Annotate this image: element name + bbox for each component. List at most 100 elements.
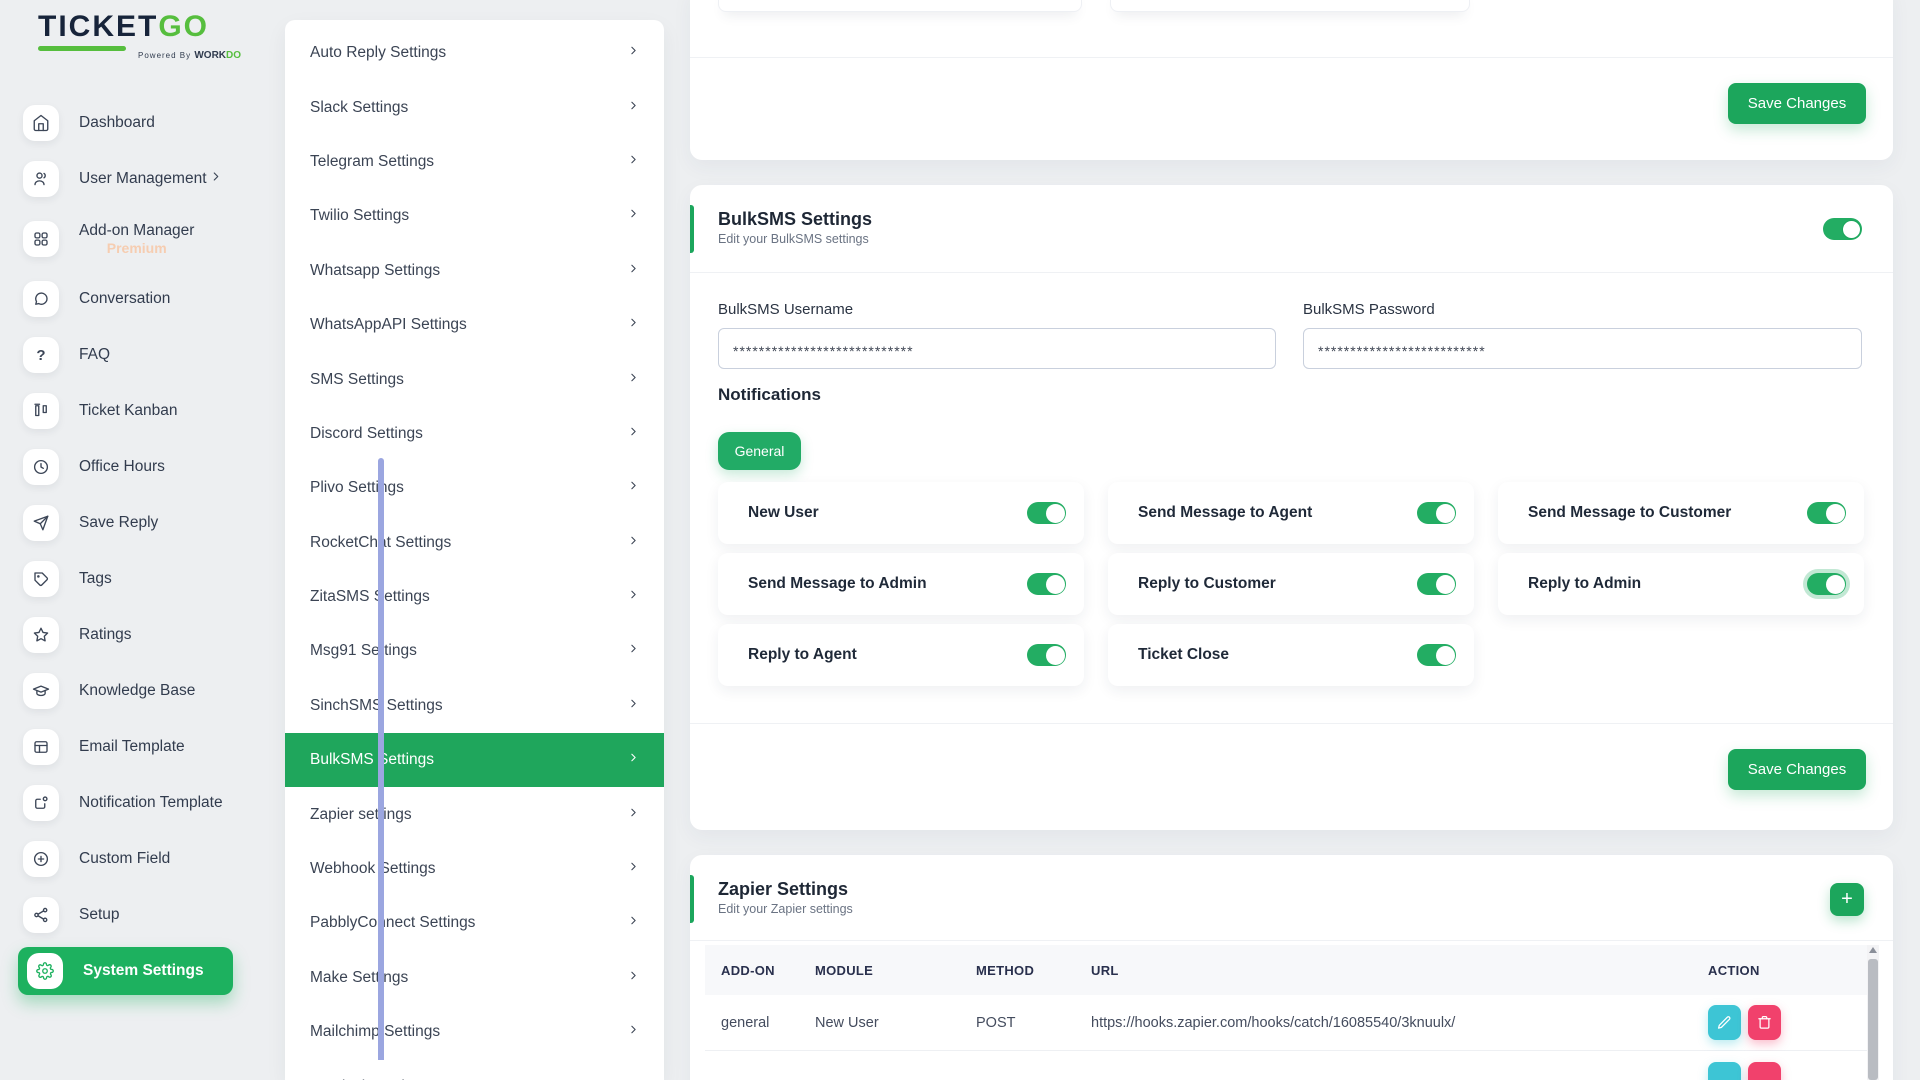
sidebar-item-user-management[interactable]: User Management <box>0 151 285 207</box>
tag-icon <box>23 561 59 597</box>
sidebar-item-label: FAQ <box>79 345 110 364</box>
chevron-right-icon <box>627 207 640 225</box>
sidebar-item-label: Conversation <box>79 289 170 308</box>
sidebar-item-tags[interactable]: Tags <box>0 551 285 607</box>
edit-button[interactable] <box>1708 1062 1741 1080</box>
menu-item-auto-reply[interactable]: Auto Reply Settings <box>285 26 664 80</box>
notifications-heading: Notifications <box>718 385 821 405</box>
col-action: ACTION <box>1708 963 1868 978</box>
menu-item-msg91[interactable]: Msg91 Settings <box>285 624 664 678</box>
sidebar-item-label: Tags <box>79 569 112 588</box>
menu-item-rocketchat[interactable]: RocketChat Settings <box>285 516 664 570</box>
save-changes-button-bulksms[interactable]: Save Changes <box>1728 749 1866 790</box>
zapier-table-row-partial <box>705 1051 1868 1080</box>
sidebar-item-office-hours[interactable]: Office Hours <box>0 439 285 495</box>
zapier-table: ADD-ON MODULE METHOD URL ACTION general … <box>705 945 1868 1080</box>
chevron-right-icon <box>627 425 640 443</box>
sidebar-item-dashboard[interactable]: Dashboard <box>0 95 285 151</box>
zapier-title: Zapier Settings <box>718 879 848 900</box>
sidebar-item-system-settings[interactable]: System Settings <box>0 943 285 999</box>
reply-to-agent-toggle[interactable] <box>1027 644 1066 666</box>
send-message-to-customer-toggle[interactable] <box>1807 502 1846 524</box>
plus-icon: + <box>1841 888 1853 911</box>
bulksms-title: BulkSMS Settings <box>718 209 872 230</box>
menu-item-zendesk[interactable]: Zendesk Settings <box>285 1059 664 1080</box>
sidebar-item-conversation[interactable]: Conversation <box>0 271 285 327</box>
toggle-card-reply-to-customer: Reply to Customer <box>1108 553 1474 615</box>
menu-item-zitasms[interactable]: ZitaSMS Settings <box>285 570 664 624</box>
col-method: METHOD <box>976 963 1091 978</box>
menu-item-mailchimp[interactable]: Mailchimp Settings <box>285 1005 664 1059</box>
menu-item-slack[interactable]: Slack Settings <box>285 80 664 134</box>
sidebar-item-email-template[interactable]: Email Template <box>0 719 285 775</box>
reply-to-admin-toggle[interactable] <box>1807 573 1846 595</box>
delete-button[interactable] <box>1748 1005 1781 1040</box>
zapier-settings-card: Zapier Settings Edit your Zapier setting… <box>690 855 1893 1080</box>
menu-item-sinchsms[interactable]: SinchSMS Settings <box>285 679 664 733</box>
menu-item-zapier[interactable]: Zapier settings <box>285 787 664 841</box>
menu-item-pabblyconnect[interactable]: PabblyConnect Settings <box>285 896 664 950</box>
new-user-toggle[interactable] <box>1027 502 1066 524</box>
logo-go: GO <box>158 10 209 43</box>
chevron-right-icon <box>627 1023 640 1041</box>
sidebar-item-addon-manager[interactable]: Add-on ManagerPremium <box>0 207 285 271</box>
app-logo[interactable]: TICKETGO Powered By WORKDO <box>38 10 258 51</box>
sidebar-item-notification-template[interactable]: Notification Template <box>0 775 285 831</box>
username-input[interactable]: **************************** <box>718 328 1276 369</box>
sidebar-item-knowledge-base[interactable]: Knowledge Base <box>0 663 285 719</box>
sidebar-item-setup[interactable]: Setup <box>0 887 285 943</box>
menu-item-telegram[interactable]: Telegram Settings <box>285 135 664 189</box>
users-icon <box>23 161 59 197</box>
gear-icon <box>27 953 63 989</box>
menu-item-sms[interactable]: SMS Settings <box>285 352 664 406</box>
menu-item-plivo[interactable]: Plivo Settings <box>285 461 664 515</box>
menu-item-whatsapp[interactable]: Whatsapp Settings <box>285 244 664 298</box>
sidebar-item-save-reply[interactable]: Save Reply <box>0 495 285 551</box>
bulksms-enabled-toggle[interactable] <box>1823 218 1862 240</box>
menu-scrollbar[interactable] <box>378 458 384 1060</box>
chevron-right-icon <box>627 262 640 280</box>
sidebar-item-ticket-kanban[interactable]: Ticket Kanban <box>0 383 285 439</box>
chevron-right-icon <box>627 806 640 824</box>
general-tab-button[interactable]: General <box>718 432 801 470</box>
toggle-card-new-user: New User <box>718 482 1084 544</box>
send-message-to-admin-toggle[interactable] <box>1027 573 1066 595</box>
scrollbar-thumb[interactable] <box>1868 959 1878 1080</box>
logo-powered-by: Powered By WORKDO <box>138 50 241 61</box>
settings-menu-panel: Auto Reply Settings Slack Settings Teleg… <box>285 20 664 1080</box>
network-icon <box>23 897 59 933</box>
add-zapier-button[interactable]: + <box>1830 883 1864 916</box>
password-input[interactable]: ************************** <box>1303 328 1862 369</box>
chevron-right-icon <box>627 914 640 932</box>
logo-ticket: TICKET <box>38 10 158 43</box>
delete-button[interactable] <box>1748 1062 1781 1080</box>
menu-item-webhook[interactable]: Webhook Settings <box>285 842 664 896</box>
previous-settings-card: Save Changes <box>690 0 1893 160</box>
menu-item-bulksms-active[interactable]: BulkSMS Settings <box>285 733 664 787</box>
send-message-to-agent-toggle[interactable] <box>1417 502 1456 524</box>
menu-item-make[interactable]: Make Settings <box>285 951 664 1005</box>
scroll-up-arrow-icon[interactable] <box>1869 947 1877 953</box>
save-changes-button-top[interactable]: Save Changes <box>1728 83 1866 124</box>
password-label: BulkSMS Password <box>1303 301 1435 318</box>
menu-item-twilio[interactable]: Twilio Settings <box>285 189 664 243</box>
toggle-card-reply-to-admin: Reply to Admin <box>1498 553 1864 615</box>
chevron-right-icon <box>627 99 640 117</box>
sidebar-item-custom-field[interactable]: Custom Field <box>0 831 285 887</box>
clock-icon <box>23 449 59 485</box>
edit-button[interactable] <box>1708 1005 1741 1040</box>
menu-item-discord[interactable]: Discord Settings <box>285 407 664 461</box>
chevron-right-icon <box>627 371 640 389</box>
chat-icon <box>23 281 59 317</box>
menu-item-whatsappapi[interactable]: WhatsAppAPI Settings <box>285 298 664 352</box>
main-content: Save Changes BulkSMS Settings Edit your … <box>690 0 1893 1080</box>
ticket-close-toggle[interactable] <box>1417 644 1456 666</box>
sidebar-item-faq[interactable]: ? FAQ <box>0 327 285 383</box>
cell-module: New User <box>815 1015 976 1031</box>
table-scrollbar[interactable] <box>1867 945 1879 1080</box>
partial-input-right[interactable] <box>1110 0 1470 12</box>
card-accent-bar <box>690 875 694 923</box>
partial-input-left[interactable] <box>718 0 1082 12</box>
reply-to-customer-toggle[interactable] <box>1417 573 1456 595</box>
sidebar-item-ratings[interactable]: Ratings <box>0 607 285 663</box>
